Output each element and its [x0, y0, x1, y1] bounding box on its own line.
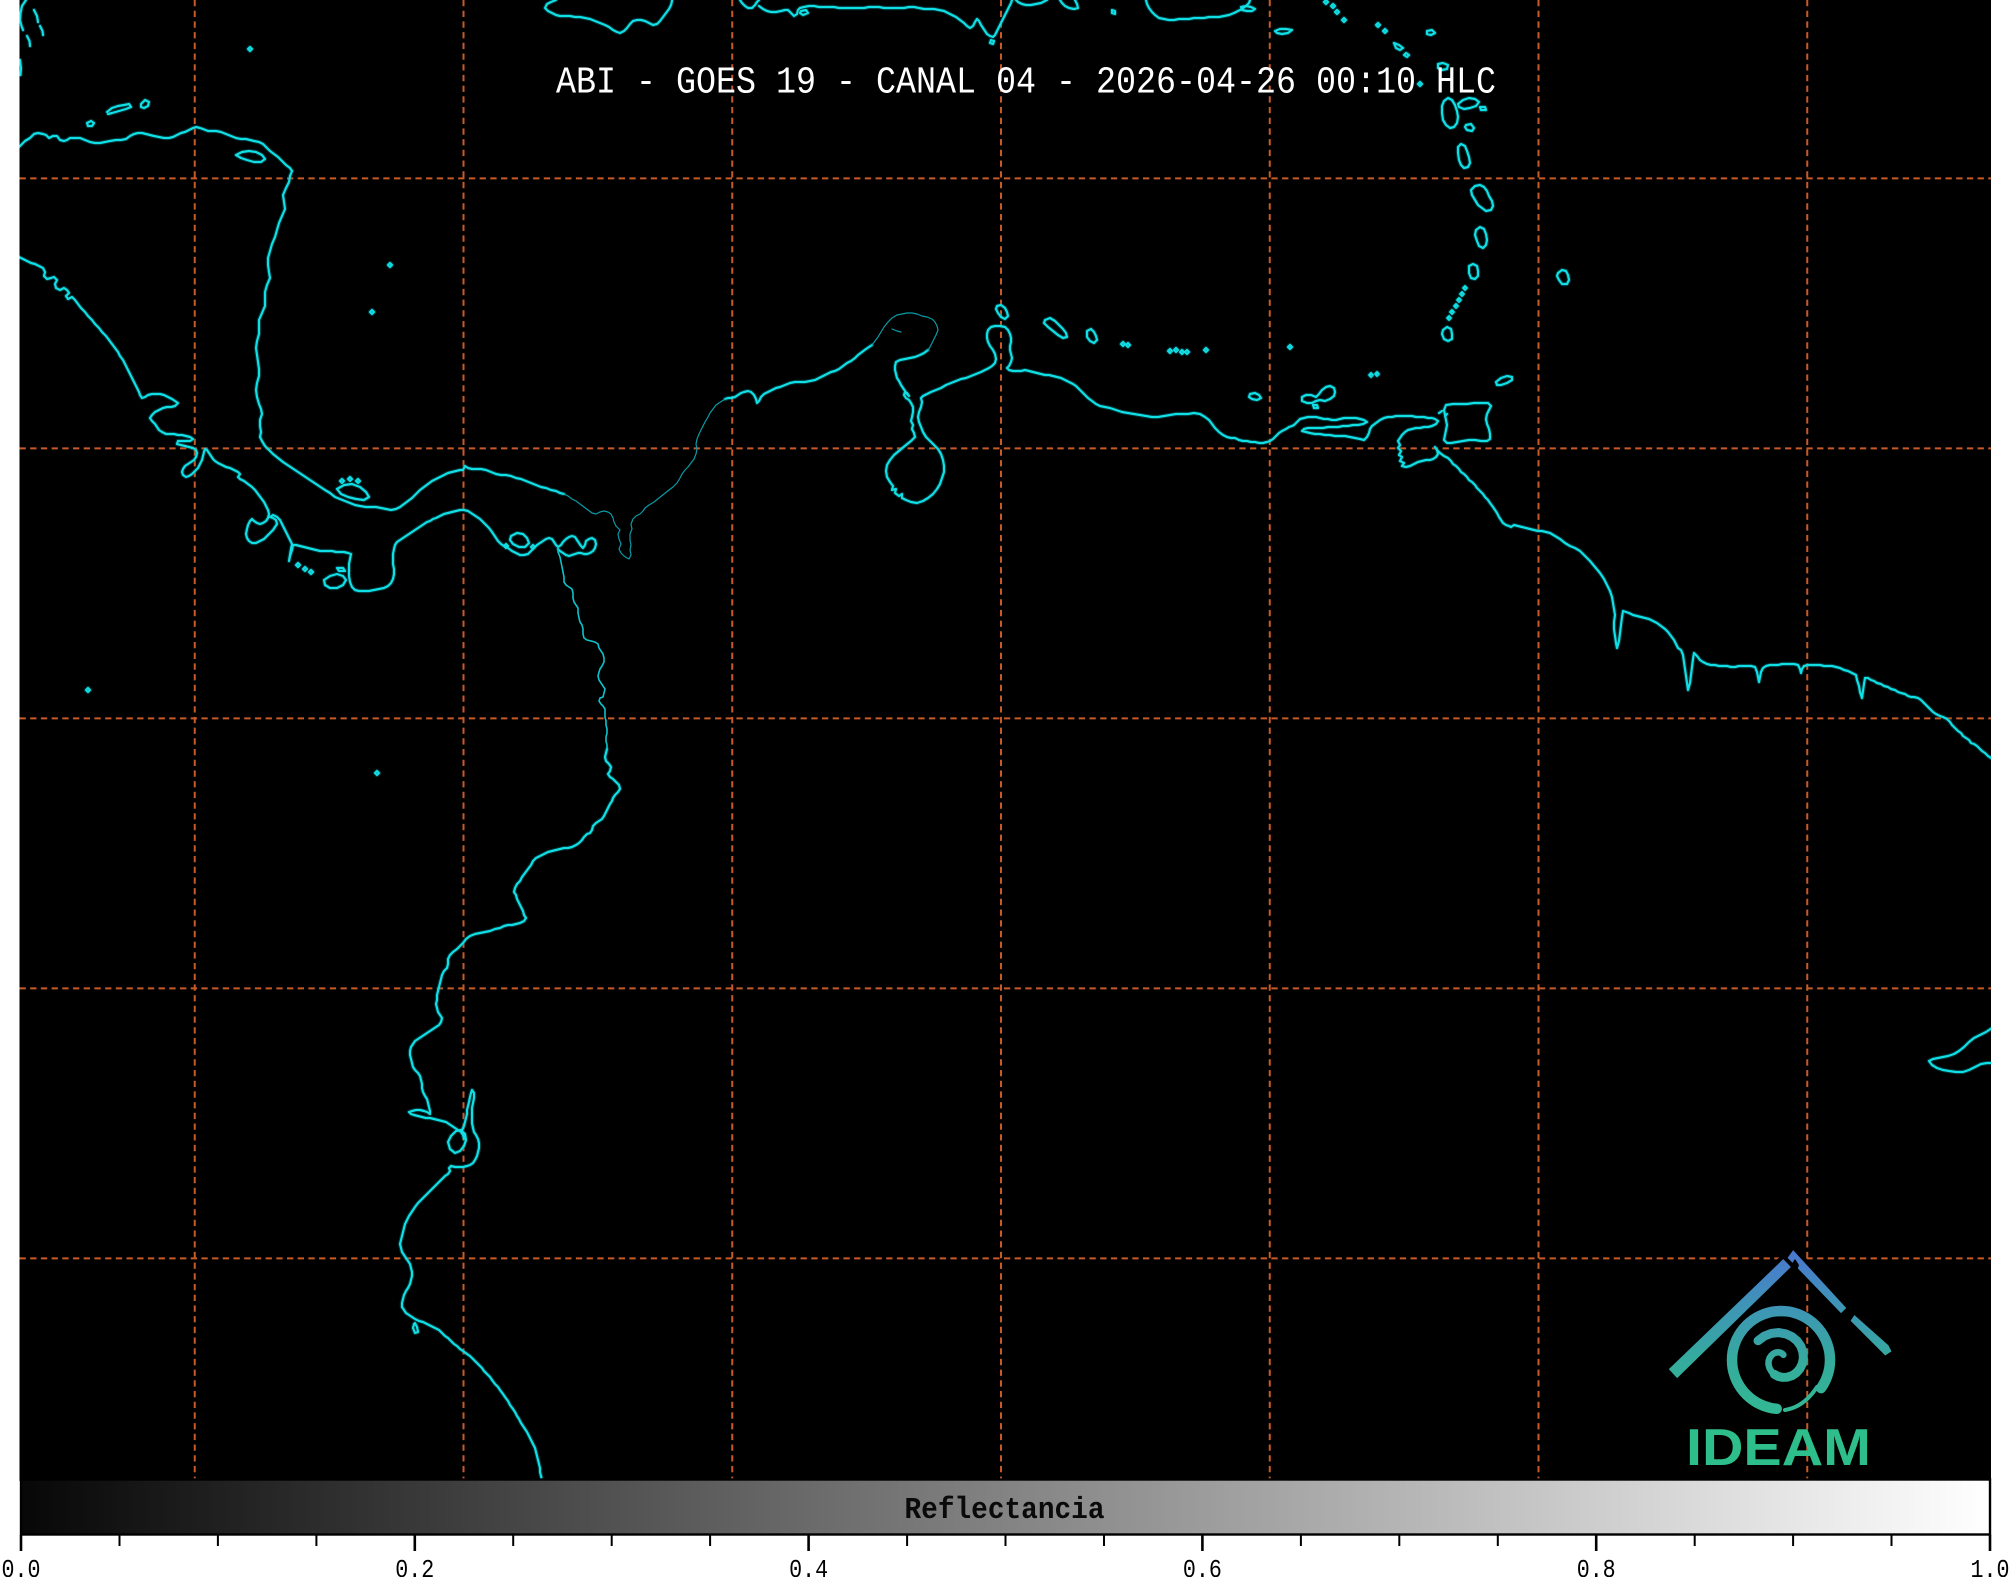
svg-text:0.2: 0.2 [395, 1555, 434, 1577]
svg-text:0.6: 0.6 [1183, 1555, 1222, 1577]
svg-text:0.0: 0.0 [2, 1555, 41, 1577]
svg-text:0.4: 0.4 [789, 1555, 828, 1577]
svg-text:Reflectancia: Reflectancia [905, 1493, 1105, 1528]
svg-text:0.8: 0.8 [1577, 1555, 1616, 1577]
svg-text:IDEAM: IDEAM [1686, 1419, 1871, 1477]
svg-text:ABI - GOES 19 - CANAL 04 - 202: ABI - GOES 19 - CANAL 04 - 2026-04-26 00… [556, 62, 1496, 105]
svg-text:1.0: 1.0 [1971, 1555, 2010, 1577]
